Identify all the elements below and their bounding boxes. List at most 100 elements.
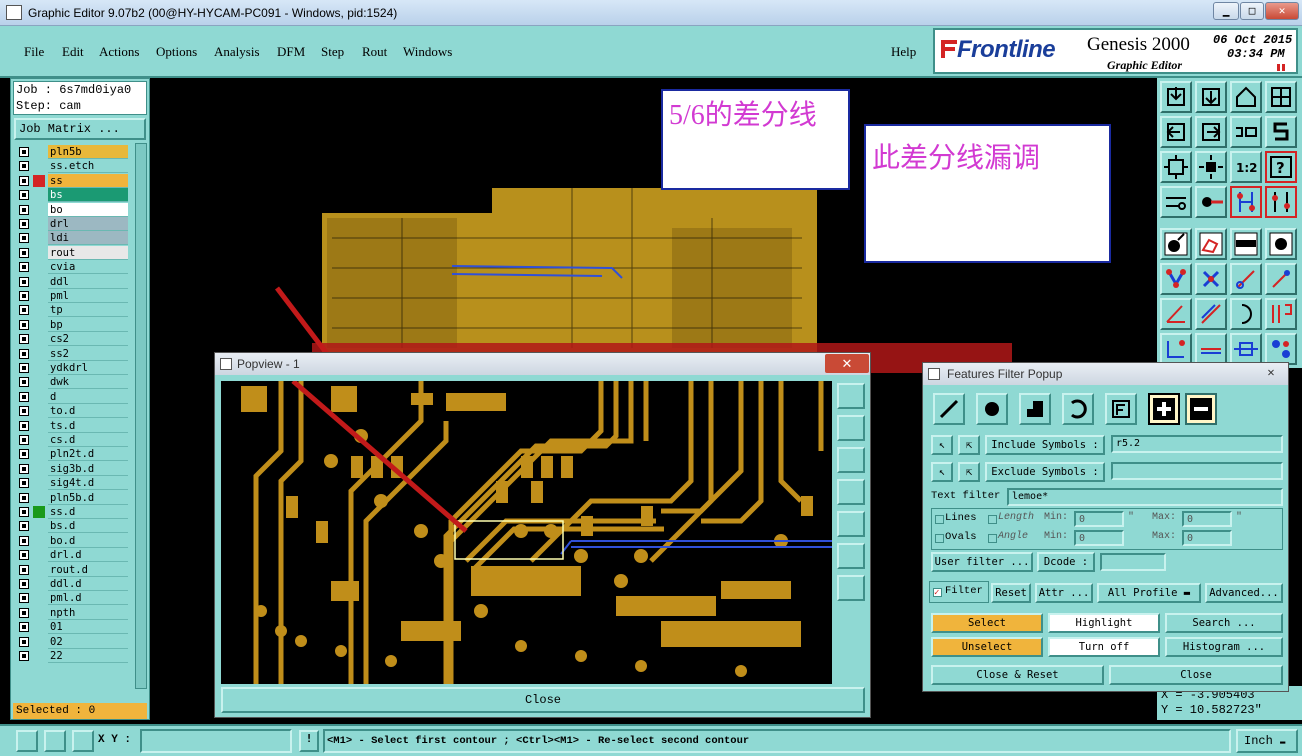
parallel-lines-icon[interactable] (1265, 298, 1297, 330)
layer-row[interactable]: bo (16, 202, 128, 217)
layer-checkbox[interactable] (19, 291, 29, 301)
length-max-field[interactable]: 0 (1182, 511, 1232, 527)
popview-close-button[interactable]: Close (221, 687, 865, 713)
help-query-icon[interactable]: ? (1265, 151, 1297, 183)
layer-row[interactable]: ts.d (16, 418, 128, 433)
layer-row[interactable]: ddl (16, 274, 128, 289)
layer-checkbox[interactable] (19, 175, 29, 186)
layer-row[interactable]: cs.d (16, 433, 128, 447)
profile-dropdown[interactable]: All Profile ▬ (1097, 583, 1201, 603)
layer-row[interactable]: to.d (16, 404, 128, 419)
popview-canvas[interactable] (221, 381, 832, 684)
popview-fit-icon[interactable] (837, 543, 865, 569)
layer-checkbox[interactable] (19, 247, 29, 258)
layer-row[interactable]: rout (16, 245, 128, 260)
layer-checkbox[interactable] (19, 377, 29, 388)
angle-min-field[interactable]: 0 (1074, 530, 1124, 546)
measure-icon[interactable] (1160, 186, 1192, 218)
pan-left-icon[interactable] (1160, 116, 1192, 148)
layer-checkbox[interactable] (19, 305, 29, 316)
layer-row[interactable]: ss (16, 173, 128, 188)
line-type-icon[interactable] (933, 393, 965, 425)
grid-toggle-icon[interactable] (72, 730, 94, 752)
layer-row[interactable]: 02 (16, 634, 128, 649)
layer-row[interactable]: sig3b.d (16, 461, 128, 476)
attr-button[interactable]: Attr ... (1035, 583, 1093, 603)
lines-checkbox[interactable] (935, 515, 944, 524)
layer-checkbox[interactable] (19, 521, 29, 532)
add-circle-icon[interactable] (1265, 228, 1297, 260)
line-endpoint-icon[interactable] (1265, 263, 1297, 295)
layer-row[interactable]: ss.d (16, 505, 128, 519)
layer-list-scrollbar[interactable] (135, 143, 147, 689)
layer-row[interactable]: tp (16, 303, 128, 318)
layer-checkbox[interactable] (19, 579, 29, 589)
histogram-button[interactable]: Histogram ... (1165, 637, 1283, 657)
angle-max-field[interactable]: 0 (1182, 530, 1232, 546)
layer-checkbox[interactable] (19, 348, 29, 359)
highlight-button[interactable]: Highlight (1048, 613, 1160, 633)
pad-type-icon[interactable] (976, 393, 1008, 425)
layer-checkbox[interactable] (19, 492, 29, 503)
xy-input[interactable] (140, 729, 292, 753)
layer-row[interactable]: bs.d (16, 519, 128, 534)
layer-row[interactable]: npth (16, 605, 128, 620)
layer-checkbox[interactable] (19, 334, 29, 345)
layer-row[interactable]: dwk (16, 375, 128, 390)
layer-row[interactable]: 22 (16, 649, 128, 663)
zoom-fit-icon[interactable] (1160, 151, 1192, 183)
include-symbols-field[interactable]: r5.2 (1111, 435, 1283, 453)
layer-row[interactable]: ldi (16, 231, 128, 246)
step-repeat-icon[interactable] (1265, 116, 1297, 148)
turn-off-button[interactable]: Turn off (1048, 637, 1160, 657)
diagonal-line-icon[interactable] (1195, 298, 1227, 330)
dcode-button[interactable]: Dcode : (1037, 552, 1095, 572)
menu-edit[interactable]: Edit (62, 44, 84, 60)
layer-row[interactable]: ddl.d (16, 577, 128, 591)
advanced-button[interactable]: Advanced... (1205, 583, 1283, 603)
layer-row[interactable]: 01 (16, 620, 128, 635)
layer-row[interactable]: pln5b (16, 145, 128, 159)
arc-icon[interactable] (1230, 298, 1262, 330)
layer-row[interactable]: rout.d (16, 562, 128, 577)
filter-checkbox[interactable]: ✓ (933, 588, 942, 598)
popview-zoom-icon[interactable] (837, 383, 865, 409)
length-checkbox[interactable] (988, 515, 997, 524)
job-matrix-button[interactable]: Job Matrix ... (14, 118, 146, 140)
grid-icon[interactable] (1265, 81, 1297, 113)
user-filter-button[interactable]: User filter ... (931, 552, 1033, 572)
ruler-icon[interactable] (1230, 228, 1262, 260)
exclude-arrow-icon[interactable]: ↖ (931, 462, 953, 482)
dcode-field[interactable] (1100, 553, 1166, 571)
line-pad-icon[interactable] (1230, 263, 1262, 295)
layer-checkbox[interactable] (19, 463, 29, 474)
length-min-field[interactable]: 0 (1074, 511, 1124, 527)
filter-close-button[interactable]: Close (1109, 665, 1283, 685)
maximize-button[interactable]: □ (1240, 2, 1264, 20)
layer-checkbox[interactable] (19, 564, 29, 575)
layer-row[interactable]: bp (16, 317, 128, 332)
popview-close-x-button[interactable]: ✕ (825, 354, 869, 373)
close-window-button[interactable]: ✕ (1265, 2, 1299, 20)
layer-row[interactable]: drl (16, 217, 128, 231)
layer-row[interactable]: cvia (16, 260, 128, 275)
layer-checkbox[interactable] (19, 420, 29, 431)
units-dropdown[interactable]: Inch ▬ (1236, 729, 1298, 753)
text-filter-field[interactable]: lemoe* (1007, 488, 1283, 506)
scale-1-2-icon[interactable]: 1:2 (1230, 151, 1262, 183)
add-pad-icon[interactable] (1160, 228, 1192, 260)
zoom-home-icon[interactable] (1160, 81, 1192, 113)
layer-checkbox[interactable] (19, 363, 29, 373)
angle-checkbox[interactable] (988, 534, 997, 543)
zoom-center-icon[interactable] (1195, 151, 1227, 183)
layer-checkbox[interactable] (19, 391, 29, 402)
menu-analysis[interactable]: Analysis (214, 44, 260, 60)
close-reset-button[interactable]: Close & Reset (931, 665, 1104, 685)
ovals-checkbox[interactable] (935, 534, 944, 543)
negative-polarity-icon[interactable] (1185, 393, 1217, 425)
filter-close-x-button[interactable]: ✕ (1257, 365, 1285, 382)
search-button[interactable]: Search ... (1165, 613, 1283, 633)
menu-file[interactable]: File (24, 44, 44, 60)
popview-pan-up-icon[interactable] (837, 415, 865, 441)
popview-pan-left-icon[interactable] (837, 479, 865, 505)
